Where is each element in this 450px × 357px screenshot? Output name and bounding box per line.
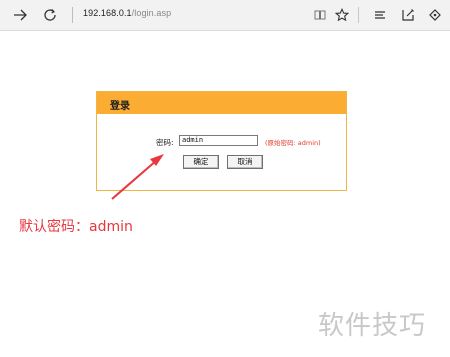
annotation-arrow-icon [111, 154, 164, 200]
watermark: 软件技巧 [318, 311, 427, 341]
default-password-caption: 默认密码：admin [19, 219, 133, 235]
